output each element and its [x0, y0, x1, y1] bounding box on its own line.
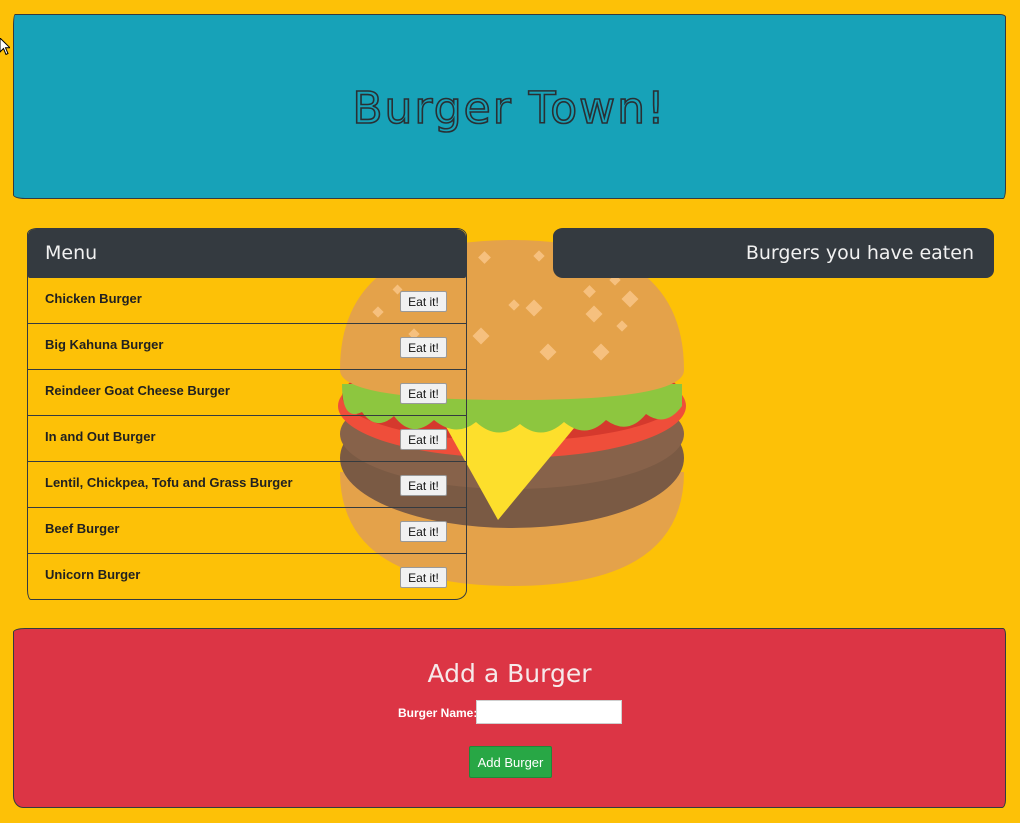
eat-it-button[interactable]: Eat it! [400, 337, 447, 358]
menu-title: Menu [28, 229, 466, 278]
menu-panel: Menu Chicken Burger Eat it! Big Kahuna B… [27, 228, 467, 600]
menu-item: Beef Burger Eat it! [28, 508, 466, 554]
burger-name-input[interactable] [476, 700, 622, 724]
eat-it-button[interactable]: Eat it! [400, 567, 447, 588]
eat-it-button[interactable]: Eat it! [400, 521, 447, 542]
site-header: Burger Town! [13, 14, 1006, 199]
add-burger-button[interactable]: Add Burger [469, 746, 552, 778]
eat-it-button[interactable]: Eat it! [400, 291, 447, 312]
menu-item-name: Reindeer Goat Cheese Burger [45, 383, 230, 398]
menu-item-name: Big Kahuna Burger [45, 337, 164, 352]
menu-item: Lentil, Chickpea, Tofu and Grass Burger … [28, 462, 466, 508]
eat-it-button[interactable]: Eat it! [400, 383, 447, 404]
eat-it-button[interactable]: Eat it! [400, 475, 447, 496]
mouse-pointer-icon [0, 38, 10, 56]
menu-list: Chicken Burger Eat it! Big Kahuna Burger… [28, 278, 466, 600]
eat-it-button[interactable]: Eat it! [400, 429, 447, 450]
add-burger-panel: Add a Burger Burger Name: Add Burger [13, 628, 1006, 808]
menu-item-name: In and Out Burger [45, 429, 156, 444]
menu-item: Chicken Burger Eat it! [28, 278, 466, 324]
menu-item-name: Lentil, Chickpea, Tofu and Grass Burger [45, 475, 293, 490]
menu-item-name: Chicken Burger [45, 291, 142, 306]
menu-item-name: Beef Burger [45, 521, 120, 536]
site-title: Burger Town! [352, 83, 667, 134]
menu-item: Unicorn Burger Eat it! [28, 554, 466, 600]
menu-item-name: Unicorn Burger [45, 567, 141, 582]
eaten-title: Burgers you have eaten [553, 228, 994, 278]
burger-name-label: Burger Name: [398, 706, 478, 720]
eaten-panel: Burgers you have eaten [553, 228, 994, 278]
add-burger-title: Add a Burger [427, 659, 592, 688]
menu-item: In and Out Burger Eat it! [28, 416, 466, 462]
menu-item: Big Kahuna Burger Eat it! [28, 324, 466, 370]
menu-item: Reindeer Goat Cheese Burger Eat it! [28, 370, 466, 416]
